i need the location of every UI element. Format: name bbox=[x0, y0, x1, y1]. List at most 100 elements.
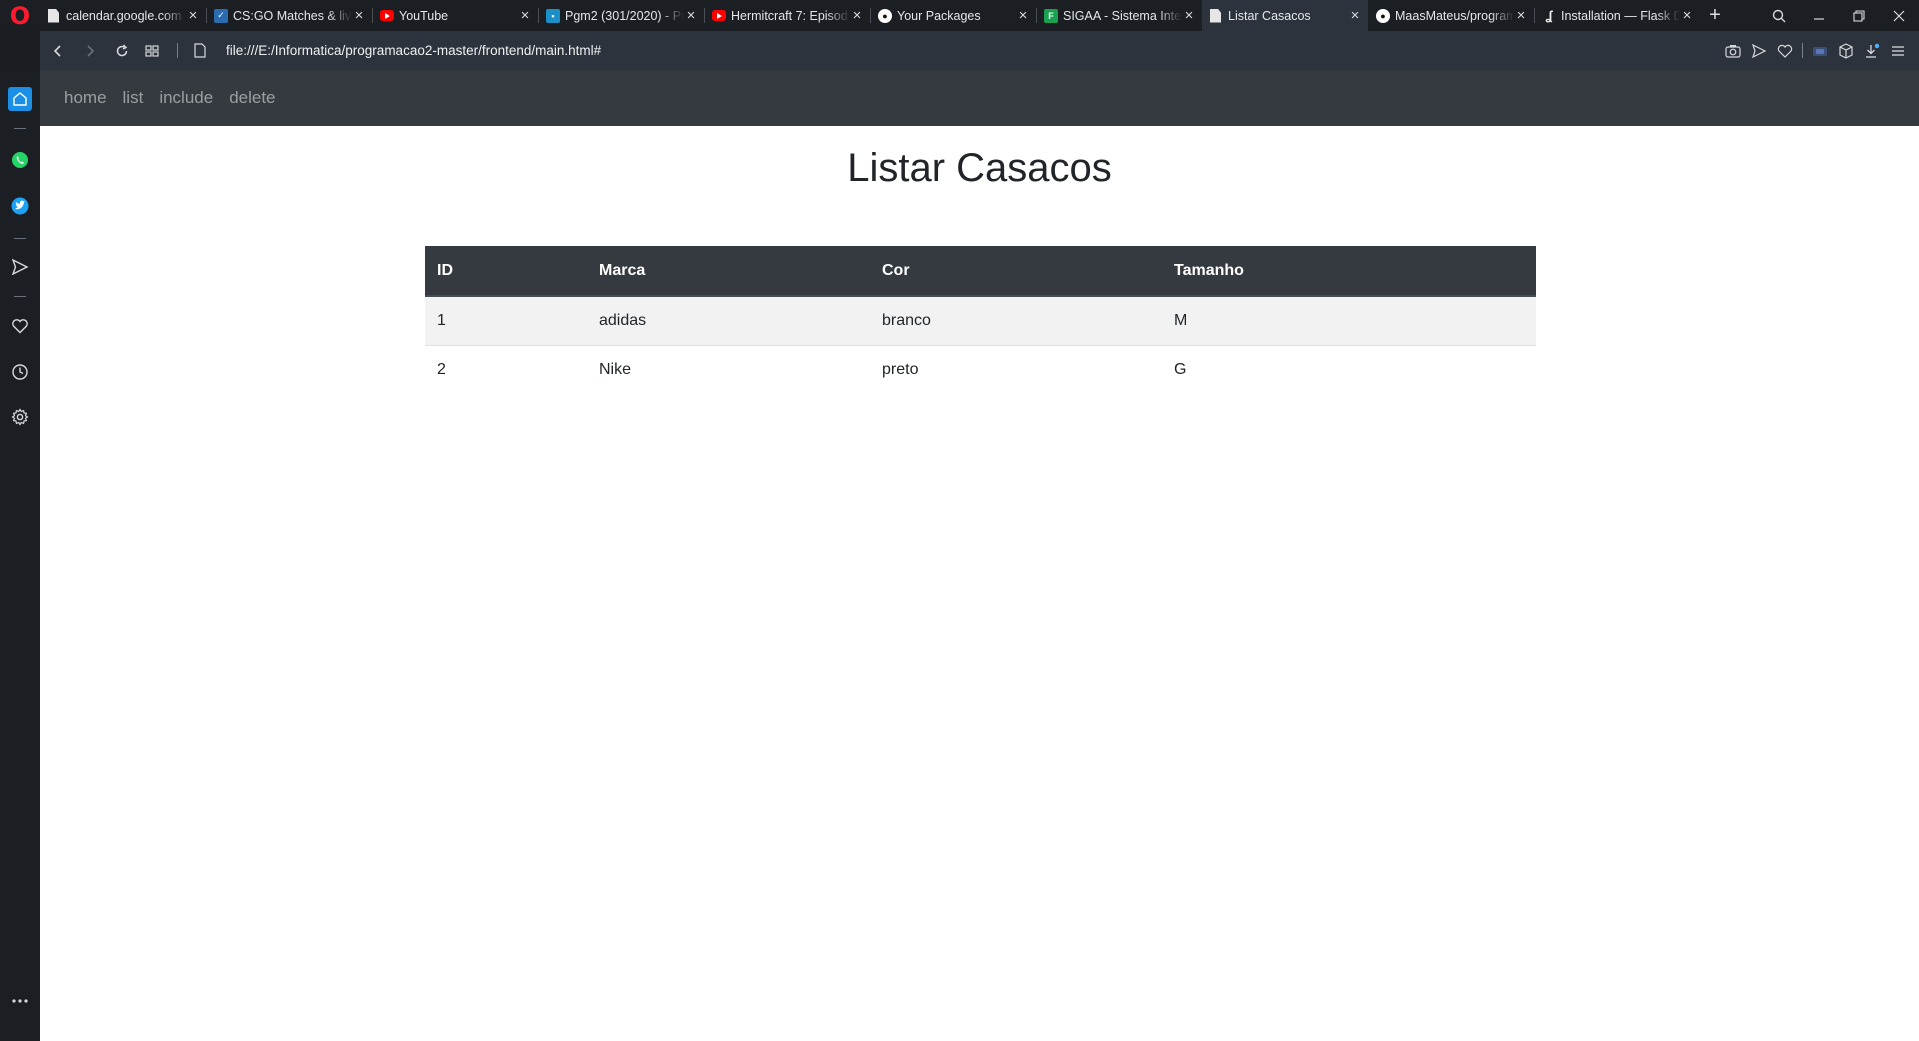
sigaa-icon: F bbox=[1044, 8, 1058, 23]
tab-sigaa[interactable]: F SIGAA - Sistema Inte × bbox=[1036, 0, 1202, 31]
close-tab-icon[interactable]: × bbox=[518, 8, 532, 23]
document-icon bbox=[1210, 8, 1221, 23]
flask-icon: ʆ bbox=[1545, 8, 1553, 23]
speed-dial-home-icon[interactable] bbox=[8, 87, 32, 111]
table-row: 1 adidas branco M bbox=[425, 295, 1536, 345]
cell-tamanho: G bbox=[1162, 344, 1536, 394]
back-icon[interactable] bbox=[43, 31, 73, 70]
send-icon[interactable] bbox=[1750, 42, 1768, 60]
table-body: 1 adidas branco M 2 Nike preto G bbox=[425, 295, 1536, 394]
address-bar[interactable]: file:///E:/Informatica/programacao2-mast… bbox=[226, 31, 601, 70]
nav-link-include[interactable]: include bbox=[159, 88, 213, 108]
tab-title: Your Packages bbox=[897, 8, 981, 23]
forward-icon[interactable] bbox=[75, 31, 105, 70]
tab-title: Hermitcraft 7: Episod bbox=[731, 8, 848, 23]
tab-packages[interactable]: ● Your Packages × bbox=[870, 0, 1036, 31]
flow-send-icon[interactable] bbox=[8, 255, 32, 279]
tab-title: Pgm2 (301/2020) - Pr bbox=[565, 8, 684, 23]
tab-list: calendar.google.com × ✓ CS:GO Matches & … bbox=[40, 0, 1700, 31]
sidebar-divider bbox=[14, 238, 26, 239]
bookmarks-heart-icon[interactable] bbox=[8, 314, 32, 338]
document-icon bbox=[48, 8, 59, 23]
whatsapp-icon[interactable] bbox=[8, 148, 32, 172]
close-tab-icon[interactable]: × bbox=[850, 8, 864, 23]
cell-cor: branco bbox=[870, 295, 1162, 345]
close-window-icon[interactable] bbox=[1879, 0, 1919, 31]
column-header-marca: Marca bbox=[587, 246, 870, 297]
cell-id: 2 bbox=[425, 344, 587, 394]
vpn-icon[interactable] bbox=[1811, 42, 1829, 60]
classroom-icon: ▪ bbox=[546, 8, 560, 23]
heart-icon[interactable] bbox=[1776, 42, 1794, 60]
tab-title: calendar.google.com bbox=[66, 8, 182, 23]
twitter-icon[interactable] bbox=[8, 194, 32, 218]
tab-title: YouTube bbox=[399, 8, 449, 23]
cell-id: 1 bbox=[425, 295, 587, 345]
tab-title: Installation — Flask D bbox=[1561, 8, 1680, 23]
cell-tamanho: M bbox=[1162, 295, 1536, 345]
close-tab-icon[interactable]: × bbox=[352, 8, 366, 23]
csgo-icon: ✓ bbox=[214, 8, 228, 23]
column-header-id: ID bbox=[425, 246, 587, 297]
github-icon: ● bbox=[878, 8, 892, 23]
easy-setup-menu-icon[interactable] bbox=[1889, 42, 1907, 60]
close-tab-icon[interactable]: × bbox=[684, 8, 698, 23]
toolbar-divider bbox=[1802, 43, 1803, 58]
sidebar-divider bbox=[14, 128, 26, 129]
cell-marca: adidas bbox=[587, 295, 870, 345]
browser-toolbar: file:///E:/Informatica/programacao2-mast… bbox=[40, 31, 1919, 70]
tab-listar-casacos[interactable]: Listar Casacos × bbox=[1202, 0, 1368, 31]
window-controls bbox=[1759, 0, 1919, 31]
settings-gear-icon[interactable] bbox=[8, 405, 32, 429]
column-header-cor: Cor bbox=[870, 246, 1162, 297]
close-tab-icon[interactable]: × bbox=[1348, 8, 1362, 23]
tab-github-repo[interactable]: ● MaasMateus/program × bbox=[1368, 0, 1534, 31]
close-tab-icon[interactable]: × bbox=[186, 8, 200, 23]
local-file-icon[interactable] bbox=[194, 43, 206, 58]
page-title: Listar Casacos bbox=[847, 146, 1112, 190]
tab-youtube[interactable]: YouTube × bbox=[372, 0, 538, 31]
toolbar-actions bbox=[1724, 31, 1907, 70]
download-icon[interactable] bbox=[1863, 42, 1881, 60]
tab-calendar[interactable]: calendar.google.com × bbox=[40, 0, 206, 31]
nav-link-delete[interactable]: delete bbox=[229, 88, 275, 108]
github-icon: ● bbox=[1376, 8, 1390, 23]
table-header-row: ID Marca Cor Tamanho bbox=[425, 246, 1536, 297]
close-tab-icon[interactable]: × bbox=[1016, 8, 1030, 23]
site-navbar: home list include delete bbox=[40, 70, 1919, 126]
close-tab-icon[interactable]: × bbox=[1680, 8, 1694, 23]
nav-link-home[interactable]: home bbox=[64, 88, 107, 108]
nav-link-list[interactable]: list bbox=[123, 88, 144, 108]
reload-icon[interactable] bbox=[107, 31, 137, 70]
camera-icon[interactable] bbox=[1724, 42, 1742, 60]
minimize-icon[interactable] bbox=[1799, 0, 1839, 31]
opera-menu-icon[interactable]: O bbox=[0, 0, 40, 31]
tab-title: MaasMateus/program bbox=[1395, 8, 1514, 23]
column-header-tamanho: Tamanho bbox=[1162, 246, 1536, 297]
tab-flask[interactable]: ʆ Installation — Flask D × bbox=[1534, 0, 1700, 31]
cell-cor: preto bbox=[870, 344, 1162, 394]
extensions-cube-icon[interactable] bbox=[1837, 42, 1855, 60]
toolbar-divider bbox=[177, 43, 178, 58]
youtube-icon bbox=[712, 10, 726, 21]
tab-title: Listar Casacos bbox=[1228, 8, 1311, 23]
tab-title: CS:GO Matches & live bbox=[233, 8, 352, 23]
tab-hermitcraft[interactable]: Hermitcraft 7: Episod × bbox=[704, 0, 870, 31]
sidebar-more-icon[interactable] bbox=[8, 989, 32, 1013]
tab-title: SIGAA - Sistema Inte bbox=[1063, 8, 1182, 23]
restore-icon[interactable] bbox=[1839, 0, 1879, 31]
search-tabs-icon[interactable] bbox=[1759, 0, 1799, 31]
tab-pgm2[interactable]: ▪ Pgm2 (301/2020) - Pr × bbox=[538, 0, 704, 31]
table-row: 2 Nike preto G bbox=[425, 344, 1536, 394]
tab-strip: O calendar.google.com × ✓ CS:GO Matches … bbox=[0, 0, 1919, 31]
sidebar-divider bbox=[14, 296, 26, 297]
close-tab-icon[interactable]: × bbox=[1182, 8, 1196, 23]
history-clock-icon[interactable] bbox=[8, 360, 32, 384]
tab-csgo[interactable]: ✓ CS:GO Matches & live × bbox=[206, 0, 372, 31]
browser-sidebar bbox=[0, 70, 40, 1041]
new-tab-button[interactable]: + bbox=[1702, 0, 1728, 31]
tabs-grid-icon[interactable] bbox=[137, 31, 167, 70]
close-tab-icon[interactable]: × bbox=[1514, 8, 1528, 23]
casacos-table: ID Marca Cor Tamanho 1 adidas branco M 2… bbox=[425, 246, 1536, 394]
page-viewport: home list include delete Listar Casacos … bbox=[40, 70, 1919, 1041]
